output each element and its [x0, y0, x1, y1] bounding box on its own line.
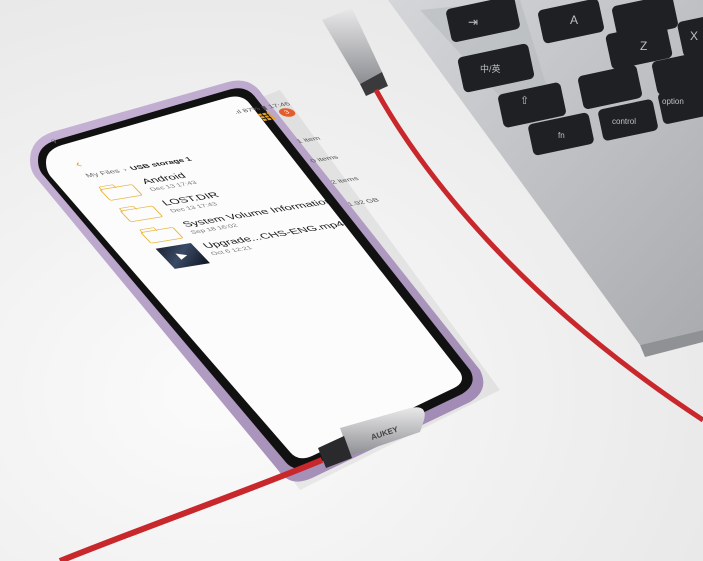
back-arrow-icon[interactable]: ‹ — [70, 158, 85, 169]
file-meta: 2 items — [328, 175, 361, 186]
cable-left — [58, 457, 324, 561]
play-icon — [175, 252, 191, 260]
key-fn-label: fn — [558, 131, 565, 140]
file-meta: 1.92 GB — [345, 196, 381, 208]
folder-icon — [97, 182, 143, 201]
key-a-label: A — [570, 13, 578, 27]
item-count: 1 item — [294, 134, 323, 145]
key-x-label: X — [690, 29, 698, 43]
key-z-label: Z — [640, 39, 647, 53]
folder-icon — [138, 224, 184, 244]
key-tab-label: ⇥ — [468, 15, 478, 29]
notification-badge[interactable]: 3 — [276, 107, 299, 118]
key-option-label: option — [662, 97, 684, 106]
key-control-label: control — [612, 117, 636, 126]
breadcrumb-root[interactable]: My Files — [84, 168, 122, 179]
status-signal-icon: ⚲ — [49, 139, 60, 145]
photo-scene: ⇥ A Z X 中/英 ⇧ fn control option AUKEY ⚲ … — [0, 0, 703, 561]
laptop-plug — [322, 8, 388, 96]
chevron-right-icon: › — [120, 166, 130, 173]
file-meta: 0 items — [308, 153, 341, 164]
folder-icon — [117, 203, 164, 223]
grid-view-icon[interactable] — [257, 112, 277, 121]
scene-svg: ⇥ A Z X 中/英 ⇧ fn control option AUKEY — [30, 0, 703, 561]
key-lang-label: 中/英 — [480, 63, 501, 74]
video-thumbnail — [155, 242, 210, 269]
key-shift-label: ⇧ — [520, 95, 529, 107]
